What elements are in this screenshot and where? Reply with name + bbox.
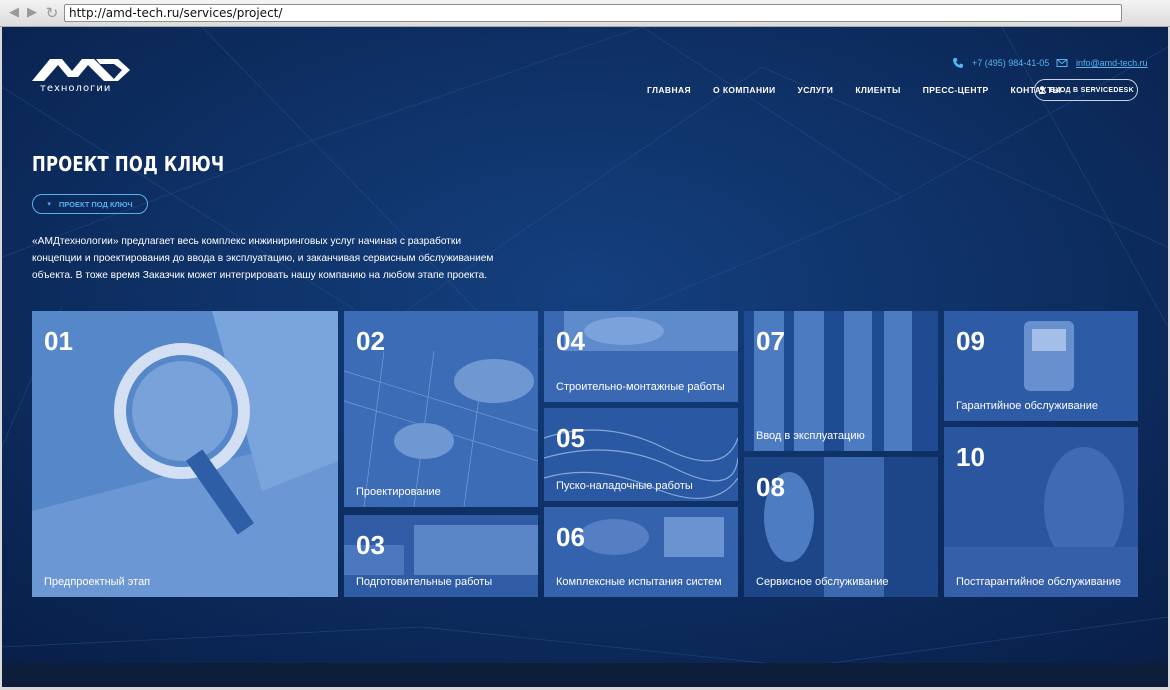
tile-02[interactable]: 02 Проектирование <box>344 311 538 507</box>
tile-05[interactable]: 05 Пуско-наладочные работы <box>544 408 738 501</box>
tile-07[interactable]: 07 Ввод в эксплуатацию <box>744 311 938 451</box>
page-viewport: технологии +7 (495) 984-41-05 info@amd-t… <box>2 27 1168 687</box>
servicedesk-label: ВХОД В SERVICEDESK <box>1049 86 1134 94</box>
menu-item-press[interactable]: ПРЕСС-ЦЕНТР <box>923 85 989 95</box>
tile-04[interactable]: 04 Строительно-монтажные работы <box>544 311 738 402</box>
page-title: ПРОЕКТ ПОД КЛЮЧ <box>32 152 225 176</box>
reload-icon[interactable]: ↻ <box>44 5 60 21</box>
user-icon <box>1038 86 1046 94</box>
caret-down-icon: ▾ <box>47 200 51 208</box>
email-contact[interactable]: info@amd-tech.ru <box>1056 57 1148 69</box>
email-link[interactable]: info@amd-tech.ru <box>1076 58 1148 68</box>
tile-caption: Гарантийное обслуживание <box>956 400 1098 412</box>
phone-icon <box>953 58 963 68</box>
logo-subtitle: технологии <box>40 83 112 94</box>
tile-caption: Сервисное обслуживание <box>756 576 889 588</box>
tile-06[interactable]: 06 Комплексные испытания систем <box>544 507 738 597</box>
menu-item-home[interactable]: ГЛАВНАЯ <box>647 85 691 95</box>
forward-icon[interactable]: ▶ <box>24 5 40 21</box>
tile-caption: Предпроектный этап <box>44 576 151 588</box>
tile-caption: Строительно-монтажные работы <box>556 381 725 393</box>
section-dropdown-label: ПРОЕКТ ПОД КЛЮЧ <box>58 199 133 209</box>
servicedesk-login-button[interactable]: ВХОД В SERVICEDESK <box>1034 79 1138 101</box>
tile-03[interactable]: 03 Подготовительные работы <box>344 515 538 597</box>
tile-number: 03 <box>356 530 385 560</box>
tile-number: 04 <box>556 326 585 356</box>
tile-caption: Ввод в эксплуатацию <box>756 430 865 442</box>
phone-number: +7 (495) 984-41-05 <box>972 58 1050 68</box>
browser-toolbar: ◀ ▶ ↻ http://amd-tech.ru/services/projec… <box>0 0 1170 27</box>
tile-number: 01 <box>44 326 73 356</box>
address-bar[interactable]: http://amd-tech.ru/services/project/ <box>64 4 1122 22</box>
menu-item-about[interactable]: О КОМПАНИИ <box>713 85 775 95</box>
phone-contact[interactable]: +7 (495) 984-41-05 <box>952 57 1049 69</box>
main-menu: ГЛАВНАЯ О КОМПАНИИ УСЛУГИ КЛИЕНТЫ ПРЕСС-… <box>647 85 1061 95</box>
magnifier-illustration <box>32 311 338 597</box>
tile-08[interactable]: 08 Сервисное обслуживание <box>744 457 938 597</box>
intro-text: «АМДтехнологии» предлагает весь комплекс… <box>32 236 494 281</box>
tile-01[interactable]: 01 Предпроектный этап <box>32 311 338 597</box>
tile-number: 09 <box>956 326 985 356</box>
tile-number: 06 <box>556 522 585 552</box>
tile-caption: Проектирование <box>356 486 441 498</box>
tile-caption: Постгарантийное обслуживание <box>956 576 1121 588</box>
tile-caption: Комплексные испытания систем <box>556 576 722 588</box>
menu-item-clients[interactable]: КЛИЕНТЫ <box>855 85 900 95</box>
tile-caption: Подготовительные работы <box>356 576 493 588</box>
back-icon[interactable]: ◀ <box>6 5 22 21</box>
section-dropdown[interactable]: ▾ ПРОЕКТ ПОД КЛЮЧ <box>32 194 148 214</box>
tile-09[interactable]: 09 Гарантийное обслуживание <box>944 311 1138 421</box>
tile-caption: Пуско-наладочные работы <box>556 480 693 492</box>
tile-number: 10 <box>956 442 985 472</box>
tile-number: 07 <box>756 326 785 356</box>
menu-item-services[interactable]: УСЛУГИ <box>798 85 834 95</box>
tile-10[interactable]: 10 Постгарантийное обслуживание <box>944 427 1138 597</box>
tile-number: 05 <box>556 423 585 453</box>
site-logo[interactable]: технологии <box>32 57 132 97</box>
tile-number: 02 <box>356 326 385 356</box>
footer-strip <box>2 663 1168 687</box>
mail-icon <box>1056 59 1068 67</box>
tile-number: 08 <box>756 472 785 502</box>
